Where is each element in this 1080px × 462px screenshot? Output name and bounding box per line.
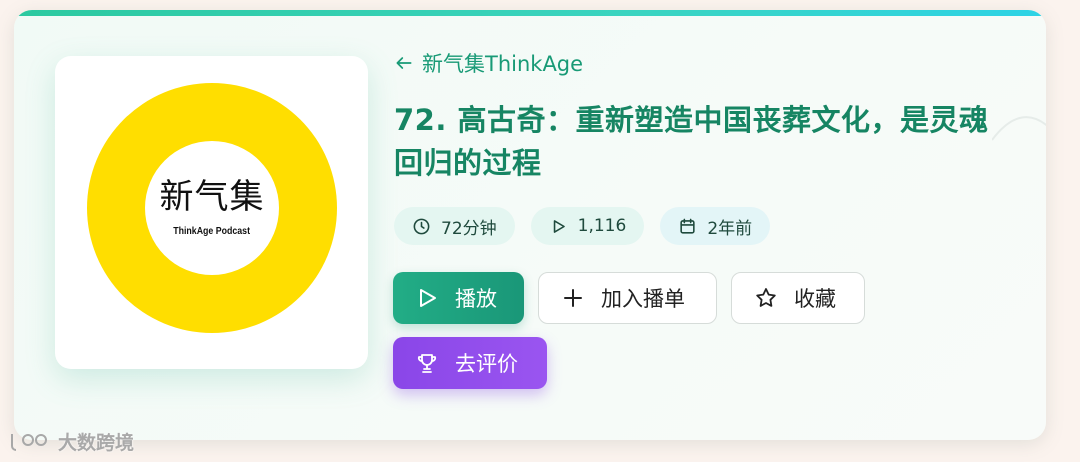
cover-subtitle: ThinkAge Podcast: [173, 225, 251, 237]
episode-meta: 72分钟 1,116 2年前: [394, 207, 771, 245]
add-to-playlist-button[interactable]: 加入播单: [538, 272, 717, 324]
play-icon: [420, 289, 436, 307]
podcast-cover[interactable]: 新气集 ThinkAge Podcast: [55, 56, 368, 369]
watermark: 大数跨境: [8, 428, 134, 455]
watermark-logo-icon: [11, 433, 47, 451]
action-buttons: 播放 加入播单 收藏: [393, 272, 865, 324]
cover-center: 新气集 ThinkAge Podcast: [145, 141, 279, 275]
publish-date: 2年前: [707, 218, 753, 239]
play-icon: [553, 219, 565, 233]
cover-title: 新气集: [159, 176, 265, 217]
date-badge: 2年前: [660, 207, 771, 245]
back-to-podcast-link[interactable]: 新气集ThinkAge: [394, 48, 583, 78]
rate-button-label: 去评价: [455, 352, 518, 376]
trophy-icon: [417, 354, 437, 373]
play-button[interactable]: 播放: [393, 272, 524, 324]
duration-text: 72分钟: [441, 218, 497, 239]
duration-badge: 72分钟: [394, 207, 515, 245]
star-icon: [756, 288, 776, 307]
favorite-label: 收藏: [794, 287, 836, 311]
cover-ring: 新气集 ThinkAge Podcast: [87, 83, 337, 333]
play-button-label: 播放: [455, 287, 497, 311]
favorite-button[interactable]: 收藏: [731, 272, 865, 324]
rate-button[interactable]: 去评价: [393, 337, 547, 389]
arrow-left-icon: [396, 57, 412, 69]
calendar-icon: [680, 218, 695, 234]
add-to-playlist-label: 加入播单: [601, 287, 685, 311]
episode-title: 72. 高古奇：重新塑造中国丧葬文化，是灵魂回归的过程: [394, 103, 989, 180]
watermark-text: 大数跨境: [58, 432, 135, 454]
podcast-name: 新气集ThinkAge: [422, 52, 584, 76]
plays-count: 1,116: [577, 216, 627, 236]
card-top-accent-bar: [14, 10, 1046, 16]
clock-icon: [413, 218, 430, 234]
plus-icon: [564, 289, 582, 307]
plays-badge: 1,116: [530, 207, 645, 245]
